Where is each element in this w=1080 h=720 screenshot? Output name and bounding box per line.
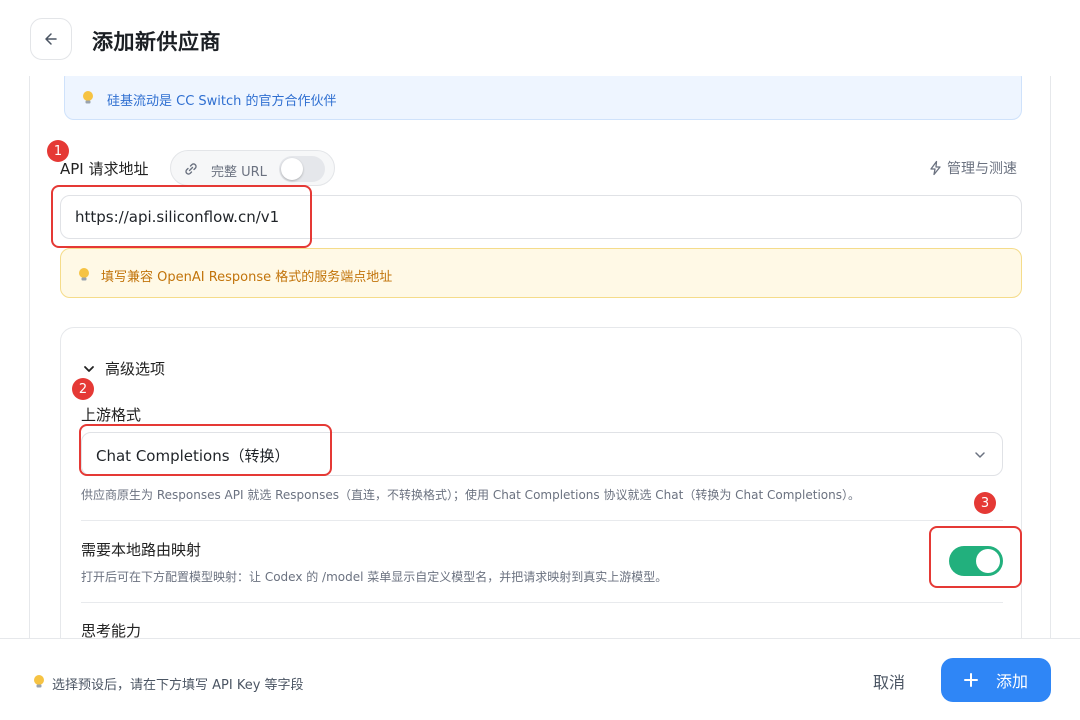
lightbulb-icon [79,268,89,281]
format-hint-text: 填写兼容 OpenAI Response 格式的服务端点地址 [101,270,393,285]
cancel-button[interactable]: 取消 [858,661,920,701]
footer-hint: 选择预设后，请在下方填写 API Key 等字段 [52,678,304,693]
annotation-marker-3: 3 [974,492,996,514]
chevron-down-icon [975,452,985,458]
link-icon [185,163,197,175]
arrow-left-icon [45,33,57,45]
page-title: 添加新供应商 [92,30,221,54]
annotation-highlight-routing-toggle [929,526,1022,588]
annotation-marker-1: 1 [47,140,69,162]
manage-speedtest-label: 管理与测速 [947,161,1017,177]
local-routing-label: 需要本地路由映射 [81,541,202,559]
manage-speedtest-link[interactable]: 管理与测速 [928,158,1017,178]
footer-bar: 选择预设后，请在下方填写 API Key 等字段 取消 添加 [0,638,1080,720]
header: 添加新供应商 [0,0,1080,76]
lightbulb-icon [34,675,44,688]
chevron-down-icon [84,365,94,372]
full-url-label: 完整 URL [211,165,267,180]
full-url-toggle[interactable] [279,156,325,182]
advanced-options-card: 高级选项 上游格式 Chat Completions（转换） 供应商原生为 Re… [60,327,1022,638]
partner-notice: 硅基流动是 CC Switch 的官方合作伙伴 [64,76,1022,120]
annotation-marker-2: 2 [72,378,94,400]
divider [81,520,1003,521]
upstream-format-label: 上游格式 [81,406,142,424]
lightning-icon [930,160,941,176]
format-hint-notice: 填写兼容 OpenAI Response 格式的服务端点地址 [60,248,1022,298]
divider [81,602,1003,603]
add-button-label: 添加 [995,672,1028,691]
annotation-highlight-upstream-format [79,424,332,476]
advanced-options-label: 高级选项 [105,360,166,378]
advanced-options-toggle[interactable]: 高级选项 [83,358,165,379]
upstream-format-help: 供应商原生为 Responses API 就选 Responses（直连，不转换… [81,488,860,502]
back-button[interactable] [30,18,72,60]
thinking-capability-label: 思考能力 [81,622,142,638]
local-routing-help: 打开后可在下方配置模型映射：让 Codex 的 /model 菜单显示自定义模型… [81,570,668,584]
toggle-knob [281,158,303,180]
full-url-toggle-group[interactable]: 完整 URL [170,150,335,186]
lightbulb-icon [83,91,93,104]
partner-notice-text: 硅基流动是 CC Switch 的官方合作伙伴 [107,94,337,109]
annotation-highlight-api-url [51,185,312,248]
add-button[interactable]: 添加 [941,658,1051,702]
form-content[interactable]: 硅基流动是 CC Switch 的官方合作伙伴 API 请求地址 完整 URL … [29,76,1051,638]
api-url-label: API 请求地址 [60,160,149,178]
plus-icon [963,673,978,687]
